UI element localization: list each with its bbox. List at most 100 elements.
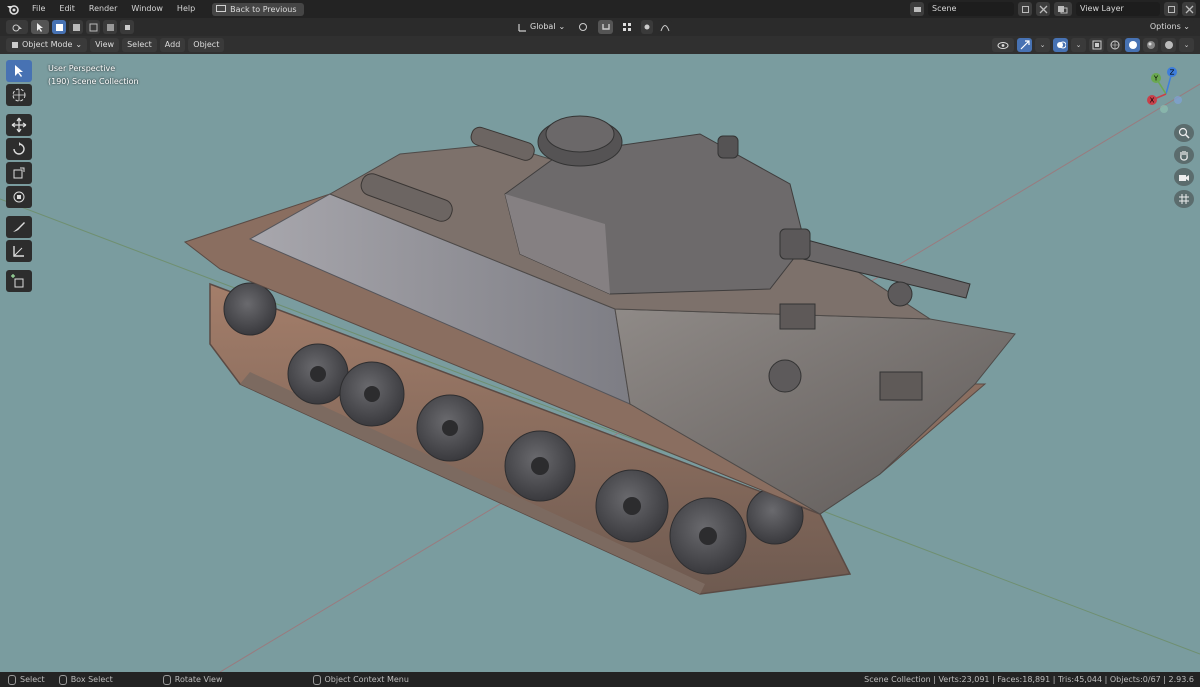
status-bar: Select Box Select Rotate View Object Con… bbox=[0, 672, 1200, 687]
xray-toggle-icon[interactable] bbox=[1089, 38, 1104, 52]
scene-new-icon[interactable] bbox=[1018, 2, 1032, 16]
select-mode-icon[interactable] bbox=[31, 20, 49, 34]
object-menu-label: Object bbox=[193, 40, 220, 49]
view-menu[interactable]: View bbox=[90, 38, 120, 52]
select-intersect-icon[interactable] bbox=[120, 20, 134, 34]
status-select: Select bbox=[8, 674, 45, 685]
move-icon[interactable] bbox=[6, 114, 32, 136]
mode-value: Object Mode bbox=[22, 40, 73, 49]
status-context-menu: Object Context Menu bbox=[312, 674, 409, 685]
navigation-gizmo[interactable]: Z Y X bbox=[1136, 64, 1196, 124]
viewport-info: User Perspective (190) Scene Collection bbox=[48, 62, 139, 88]
viewport-header: Object Mode ⌄ View Select Add Object ⌄ ⌄… bbox=[0, 36, 1200, 54]
select-subtract-icon[interactable] bbox=[86, 20, 100, 34]
select-menu[interactable]: Select bbox=[122, 38, 157, 52]
select-new-icon[interactable] bbox=[52, 20, 66, 34]
cupola-hatch bbox=[545, 115, 615, 153]
status-select-label: Select bbox=[20, 675, 45, 684]
select-extend-icon[interactable] bbox=[69, 20, 83, 34]
snap-target-icon[interactable] bbox=[617, 20, 638, 34]
status-box-select-label: Box Select bbox=[70, 675, 113, 684]
tank-model-render bbox=[0, 83, 1200, 672]
mouse-right-icon bbox=[312, 674, 321, 685]
z-axis-label: Z bbox=[1170, 69, 1175, 77]
tow-bracket bbox=[879, 371, 923, 401]
scene-remove-icon[interactable] bbox=[1036, 2, 1050, 16]
scene-statistics: Scene Collection | Verts:23,091 | Faces:… bbox=[864, 675, 1194, 684]
hatch-box bbox=[779, 303, 816, 330]
add-menu[interactable]: Add bbox=[159, 38, 186, 52]
hull-mg bbox=[887, 281, 913, 307]
gizmo-toggle-icon[interactable] bbox=[1017, 38, 1032, 52]
gun-mantlet bbox=[779, 228, 811, 260]
proportional-edit-icon[interactable] bbox=[641, 20, 654, 34]
add-cube-icon[interactable] bbox=[6, 270, 32, 292]
material-shading-icon[interactable] bbox=[1143, 38, 1158, 52]
3d-viewport[interactable]: User Perspective (190) Scene Collection … bbox=[0, 54, 1200, 672]
scale-icon[interactable] bbox=[6, 162, 32, 184]
transform-icon[interactable] bbox=[6, 186, 32, 208]
solid-shading-icon[interactable] bbox=[1125, 38, 1140, 52]
cursor-icon[interactable] bbox=[6, 84, 32, 106]
neg-z-handle[interactable] bbox=[1160, 105, 1168, 113]
view-layer-browse-icon[interactable] bbox=[1054, 2, 1072, 16]
view-menu-label: View bbox=[95, 40, 115, 49]
toolbar-panel bbox=[6, 60, 36, 294]
chevron-down-icon: ⌄ bbox=[558, 22, 566, 31]
collection-label: (190) Scene Collection bbox=[48, 77, 139, 86]
mouse-middle-icon bbox=[162, 674, 171, 685]
transform-orientation-dropdown[interactable]: Global ⌄ bbox=[512, 20, 571, 34]
status-rotate-view: Rotate View bbox=[162, 674, 223, 685]
measure-icon[interactable] bbox=[6, 240, 32, 262]
object-mode-icon bbox=[12, 42, 18, 48]
headlight bbox=[768, 359, 802, 393]
transform-orientation-value: Global bbox=[530, 22, 556, 31]
menu-help[interactable]: Help bbox=[170, 0, 202, 18]
pivot-point-icon[interactable] bbox=[574, 20, 595, 34]
mode-dropdown[interactable]: Object Mode ⌄ bbox=[6, 38, 88, 52]
neg-y-handle[interactable] bbox=[1174, 96, 1182, 104]
shading-dropdown-icon[interactable]: ⌄ bbox=[1179, 38, 1194, 52]
grid-icon[interactable] bbox=[1174, 190, 1194, 208]
status-context-menu-label: Object Context Menu bbox=[324, 675, 409, 684]
view-layer-new-icon[interactable] bbox=[1164, 2, 1178, 16]
view-layer-field[interactable]: View Layer bbox=[1076, 2, 1160, 16]
tool-settings-bar: Global ⌄ Options ⌄ bbox=[0, 18, 1200, 36]
status-rotate-view-label: Rotate View bbox=[174, 675, 223, 684]
select-tool-icon[interactable] bbox=[6, 60, 32, 82]
mouse-drag-icon bbox=[58, 674, 67, 685]
overlays-dropdown-icon[interactable]: ⌄ bbox=[1071, 38, 1086, 52]
gizmo-dropdown-icon[interactable]: ⌄ bbox=[1035, 38, 1050, 52]
y-axis-label: Y bbox=[1153, 75, 1159, 83]
editor-type-icon[interactable] bbox=[6, 20, 28, 34]
view-layer-name: View Layer bbox=[1080, 4, 1124, 13]
annotate-icon[interactable] bbox=[6, 216, 32, 238]
chevron-down-icon: ⌄ bbox=[75, 40, 83, 49]
menu-edit[interactable]: Edit bbox=[52, 0, 82, 18]
select-invert-icon[interactable] bbox=[103, 20, 117, 34]
snap-toggle-icon[interactable] bbox=[598, 20, 614, 34]
scene-name: Scene bbox=[932, 4, 957, 13]
rendered-shading-icon[interactable] bbox=[1161, 38, 1176, 52]
blender-logo-icon[interactable] bbox=[5, 1, 21, 17]
wireframe-shading-icon[interactable] bbox=[1107, 38, 1122, 52]
camera-icon[interactable] bbox=[1174, 168, 1194, 186]
scene-browse-icon[interactable] bbox=[910, 2, 924, 16]
rotate-icon[interactable] bbox=[6, 138, 32, 160]
menu-file[interactable]: File bbox=[25, 0, 52, 18]
menu-render[interactable]: Render bbox=[82, 0, 124, 18]
object-menu[interactable]: Object bbox=[188, 38, 225, 52]
overlays-toggle-icon[interactable] bbox=[1053, 38, 1068, 52]
zoom-icon[interactable] bbox=[1174, 124, 1194, 142]
screen-icon bbox=[216, 5, 227, 12]
hand-icon[interactable] bbox=[1174, 146, 1194, 164]
options-label: Options bbox=[1149, 22, 1181, 31]
options-dropdown[interactable]: Options ⌄ bbox=[1143, 20, 1196, 34]
menu-window[interactable]: Window bbox=[124, 0, 170, 18]
visibility-icon[interactable] bbox=[992, 38, 1014, 52]
view-layer-remove-icon[interactable] bbox=[1182, 2, 1196, 16]
scene-field[interactable]: Scene bbox=[928, 2, 1014, 16]
status-box-select: Box Select bbox=[58, 674, 113, 685]
back-to-previous-button[interactable]: Back to Previous bbox=[212, 2, 304, 16]
falloff-icon[interactable] bbox=[657, 20, 673, 34]
